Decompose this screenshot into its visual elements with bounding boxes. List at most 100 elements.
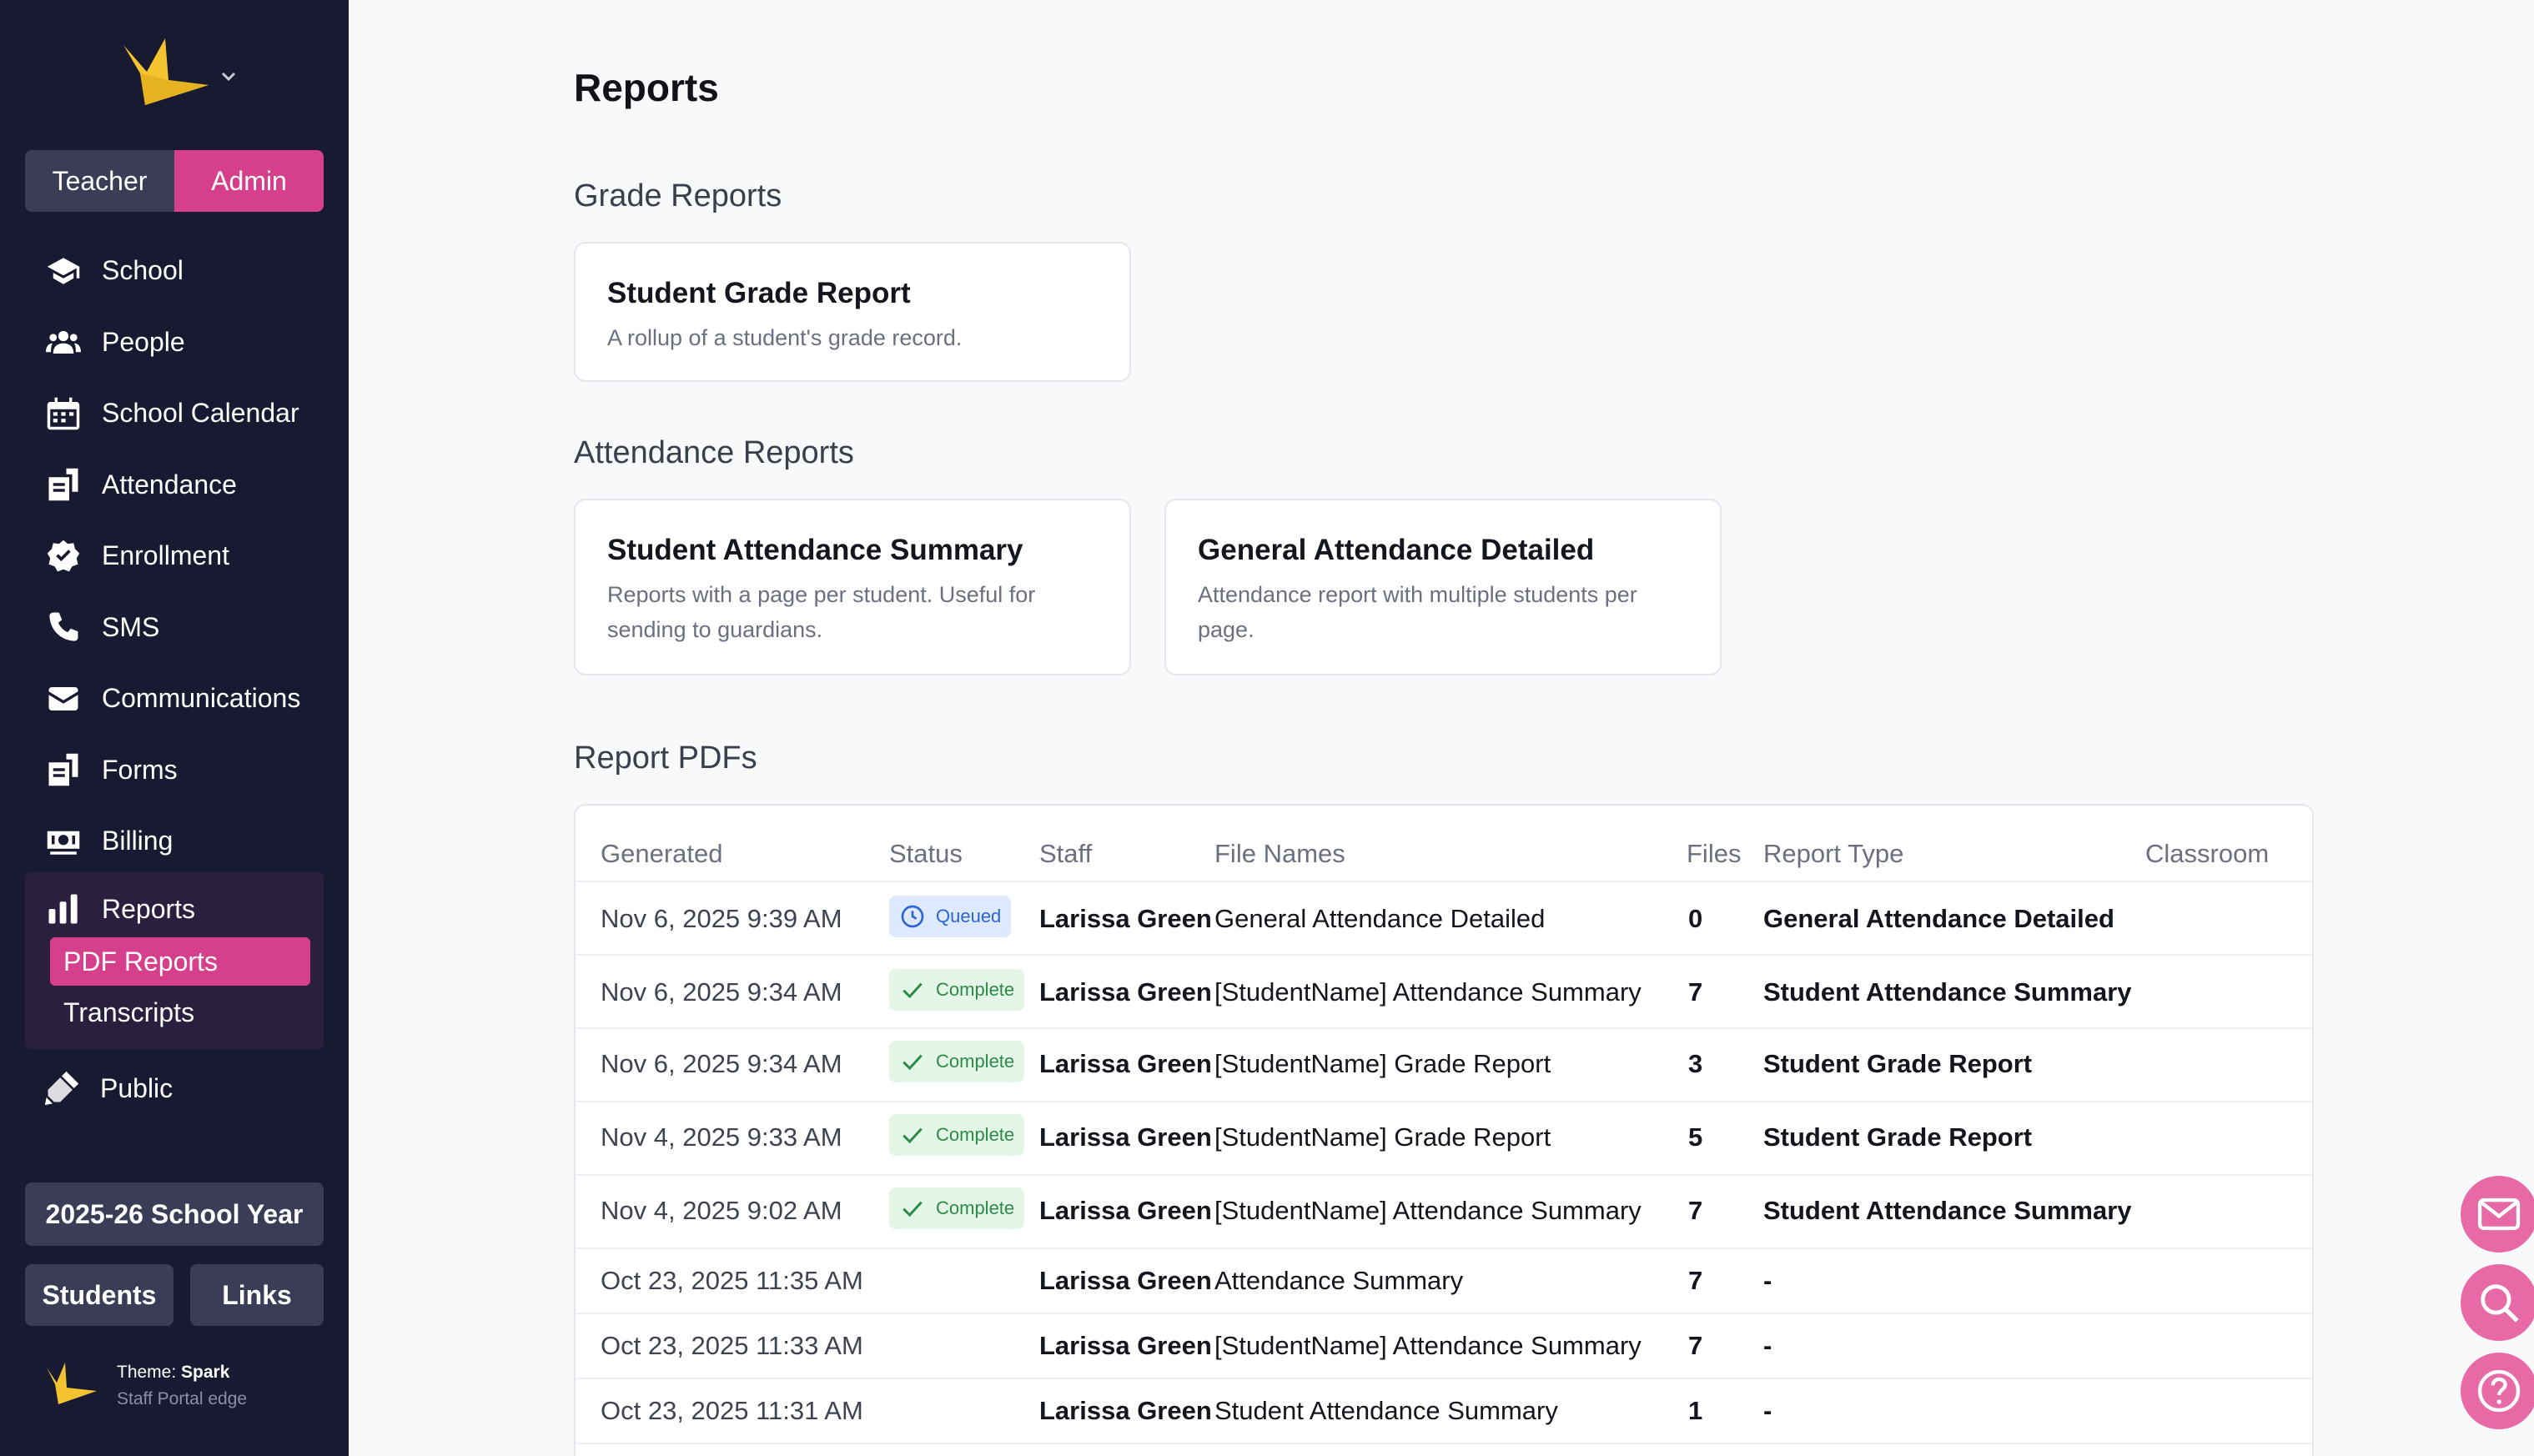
cell-files: 7	[1688, 1331, 1703, 1360]
links-button[interactable]: Links	[190, 1264, 324, 1326]
cell-file-names: Student Attendance Summary	[1214, 1396, 1558, 1425]
help-fab-button[interactable]	[2461, 1353, 2534, 1429]
table-row[interactable]: Nov 6, 2025 9:34 AM Complete Larissa Gre…	[576, 1027, 2312, 1101]
check-icon	[902, 1201, 923, 1218]
cell-generated: Nov 4, 2025 9:33 AM	[601, 1122, 842, 1152]
column-header-staff[interactable]: Staff	[1039, 839, 1092, 869]
cell-report-type: Student Attendance Summary	[1763, 1196, 2132, 1225]
sidebar-subitem-pdf-reports[interactable]: PDF Reports	[50, 937, 310, 986]
school-year-button[interactable]: 2025-26 School Year	[25, 1182, 324, 1246]
sidebar-item-school-calendar[interactable]: School Calendar	[0, 378, 349, 449]
table-row[interactable]: Nov 6, 2025 9:39 AM Queued Larissa Green…	[576, 881, 2312, 954]
cell-generated: Nov 6, 2025 9:34 AM	[601, 1049, 842, 1078]
sidebar-item-public[interactable]: Public	[42, 1051, 173, 1126]
section-title-attendance-reports: Attendance Reports	[574, 435, 854, 470]
column-header-status[interactable]: Status	[889, 839, 963, 869]
sidebar-subitem-transcripts[interactable]: Transcripts	[63, 989, 194, 1036]
teacher-toggle-button[interactable]: Teacher	[25, 150, 174, 212]
cell-files: 3	[1688, 1049, 1703, 1078]
cell-staff: Larissa Green	[1039, 1396, 1212, 1425]
bar-chart-icon	[45, 891, 82, 927]
marker-icon	[42, 1068, 82, 1108]
cell-files: 7	[1688, 1266, 1703, 1295]
table-row[interactable]: Nov 6, 2025 9:34 AM Complete Larissa Gre…	[576, 954, 2312, 1027]
role-toggle: Teacher Admin	[25, 150, 324, 212]
status-badge-complete: Complete	[889, 1114, 1025, 1156]
status-badge-complete: Complete	[889, 1187, 1025, 1229]
table-row[interactable]: Nov 4, 2025 9:33 AM Complete Larissa Gre…	[576, 1101, 2312, 1174]
main-content: Reports Grade Reports Student Grade Repo…	[349, 0, 2534, 1456]
search-fab-button[interactable]	[2461, 1264, 2534, 1341]
check-icon	[902, 1054, 923, 1071]
sidebar-item-forms[interactable]: Forms	[0, 735, 349, 806]
clock-icon	[901, 905, 924, 928]
envelope-icon	[45, 680, 82, 717]
sidebar-item-enrollment[interactable]: Enrollment	[0, 520, 349, 592]
sidebar-item-people[interactable]: People	[0, 307, 349, 379]
sidebar-item-attendance[interactable]: Attendance	[0, 449, 349, 521]
card-description: Reports with a page per student. Useful …	[607, 582, 1036, 642]
table-row[interactable]: Oct 23, 2025 11:33 AM Larissa Green [Stu…	[576, 1313, 2312, 1378]
card-student-grade-report[interactable]: Student Grade Report A rollup of a stude…	[574, 242, 1131, 382]
card-title: Student Grade Report	[607, 277, 911, 309]
chevron-down-icon[interactable]	[219, 67, 239, 87]
card-general-attendance-detailed[interactable]: General Attendance Detailed Attendance r…	[1164, 499, 1722, 675]
sidebar-item-label: SMS	[102, 611, 160, 642]
cell-report-type: -	[1763, 1396, 1772, 1425]
card-title: Student Attendance Summary	[607, 534, 1023, 566]
cell-report-type: -	[1763, 1331, 1772, 1360]
sidebar-item-communications[interactable]: Communications	[0, 663, 349, 735]
sidebar-item-label: People	[102, 326, 185, 357]
cell-files: 5	[1688, 1122, 1703, 1152]
messages-fab-button[interactable]	[2461, 1176, 2534, 1253]
column-header-files[interactable]: Files	[1687, 839, 1741, 869]
table-row[interactable]: Oct 23, 2025 11:31 AM Larissa Green Stud…	[576, 1378, 2312, 1443]
page-title: Reports	[574, 66, 719, 109]
cell-generated: Nov 6, 2025 9:34 AM	[601, 977, 842, 1007]
status-badge-complete: Complete	[889, 1041, 1025, 1082]
help-icon	[2477, 1369, 2521, 1413]
cell-report-type: Student Attendance Summary	[1763, 977, 2132, 1007]
check-icon	[902, 982, 923, 999]
card-student-attendance-summary[interactable]: Student Attendance Summary Reports with …	[574, 499, 1131, 675]
theme-indicator[interactable]: Theme: Spark Staff Portal edge	[45, 1356, 329, 1423]
cell-files: 7	[1688, 1196, 1703, 1225]
check-icon	[902, 1127, 923, 1144]
status-badge-queued: Queued	[889, 896, 1012, 937]
cell-staff: Larissa Green	[1039, 1196, 1212, 1225]
sidebar-item-label: School Calendar	[102, 398, 299, 429]
column-header-report-type[interactable]: Report Type	[1763, 839, 1903, 869]
users-icon	[45, 324, 82, 360]
card-title: General Attendance Detailed	[1198, 534, 1595, 566]
students-button[interactable]: Students	[25, 1264, 173, 1326]
admin-toggle-button[interactable]: Admin	[174, 150, 324, 212]
sidebar-item-sms[interactable]: SMS	[0, 592, 349, 664]
theme-label: Theme: Spark	[117, 1363, 230, 1382]
cell-file-names: [StudentName] Attendance Summary	[1214, 977, 1642, 1007]
column-header-classroom[interactable]: Classroom	[2145, 839, 2269, 869]
cell-file-names: General Attendance Detailed	[1214, 904, 1546, 933]
section-title-grade-reports: Grade Reports	[574, 178, 782, 213]
cell-file-names: [StudentName] Attendance Summary	[1214, 1196, 1642, 1225]
sidebar-item-school[interactable]: School	[0, 235, 349, 307]
sidebar-nav: School People School Calendar Attendance…	[0, 235, 349, 877]
sidebar-item-reports[interactable]: Reports	[45, 884, 195, 934]
table-row[interactable]: Nov 4, 2025 9:02 AM Complete Larissa Gre…	[576, 1174, 2312, 1248]
table-row[interactable]: Oct 23, 2025 11:35 AM Larissa Green Atte…	[576, 1248, 2312, 1313]
cell-staff: Larissa Green	[1039, 977, 1212, 1007]
table-row[interactable]	[576, 1443, 2312, 1456]
column-header-file-names[interactable]: File Names	[1214, 839, 1345, 869]
sidebar: Teacher Admin School People School Calen…	[0, 0, 349, 1456]
cell-files: 0	[1688, 904, 1703, 933]
phone-icon	[45, 609, 82, 645]
section-title-report-pdfs: Report PDFs	[574, 741, 757, 776]
theme-name: Spark	[181, 1363, 230, 1382]
sidebar-item-label: Billing	[102, 826, 173, 856]
sidebar-item-billing[interactable]: Billing	[0, 806, 349, 877]
cell-staff: Larissa Green	[1039, 1049, 1212, 1078]
report-pdfs-table: Generated Status Staff File Names Files …	[574, 804, 2314, 1456]
sidebar-item-label: Enrollment	[102, 540, 229, 571]
cell-generated: Oct 23, 2025 11:31 AM	[601, 1396, 863, 1425]
cell-report-type: Student Grade Report	[1763, 1049, 2033, 1078]
column-header-generated[interactable]: Generated	[601, 839, 723, 869]
